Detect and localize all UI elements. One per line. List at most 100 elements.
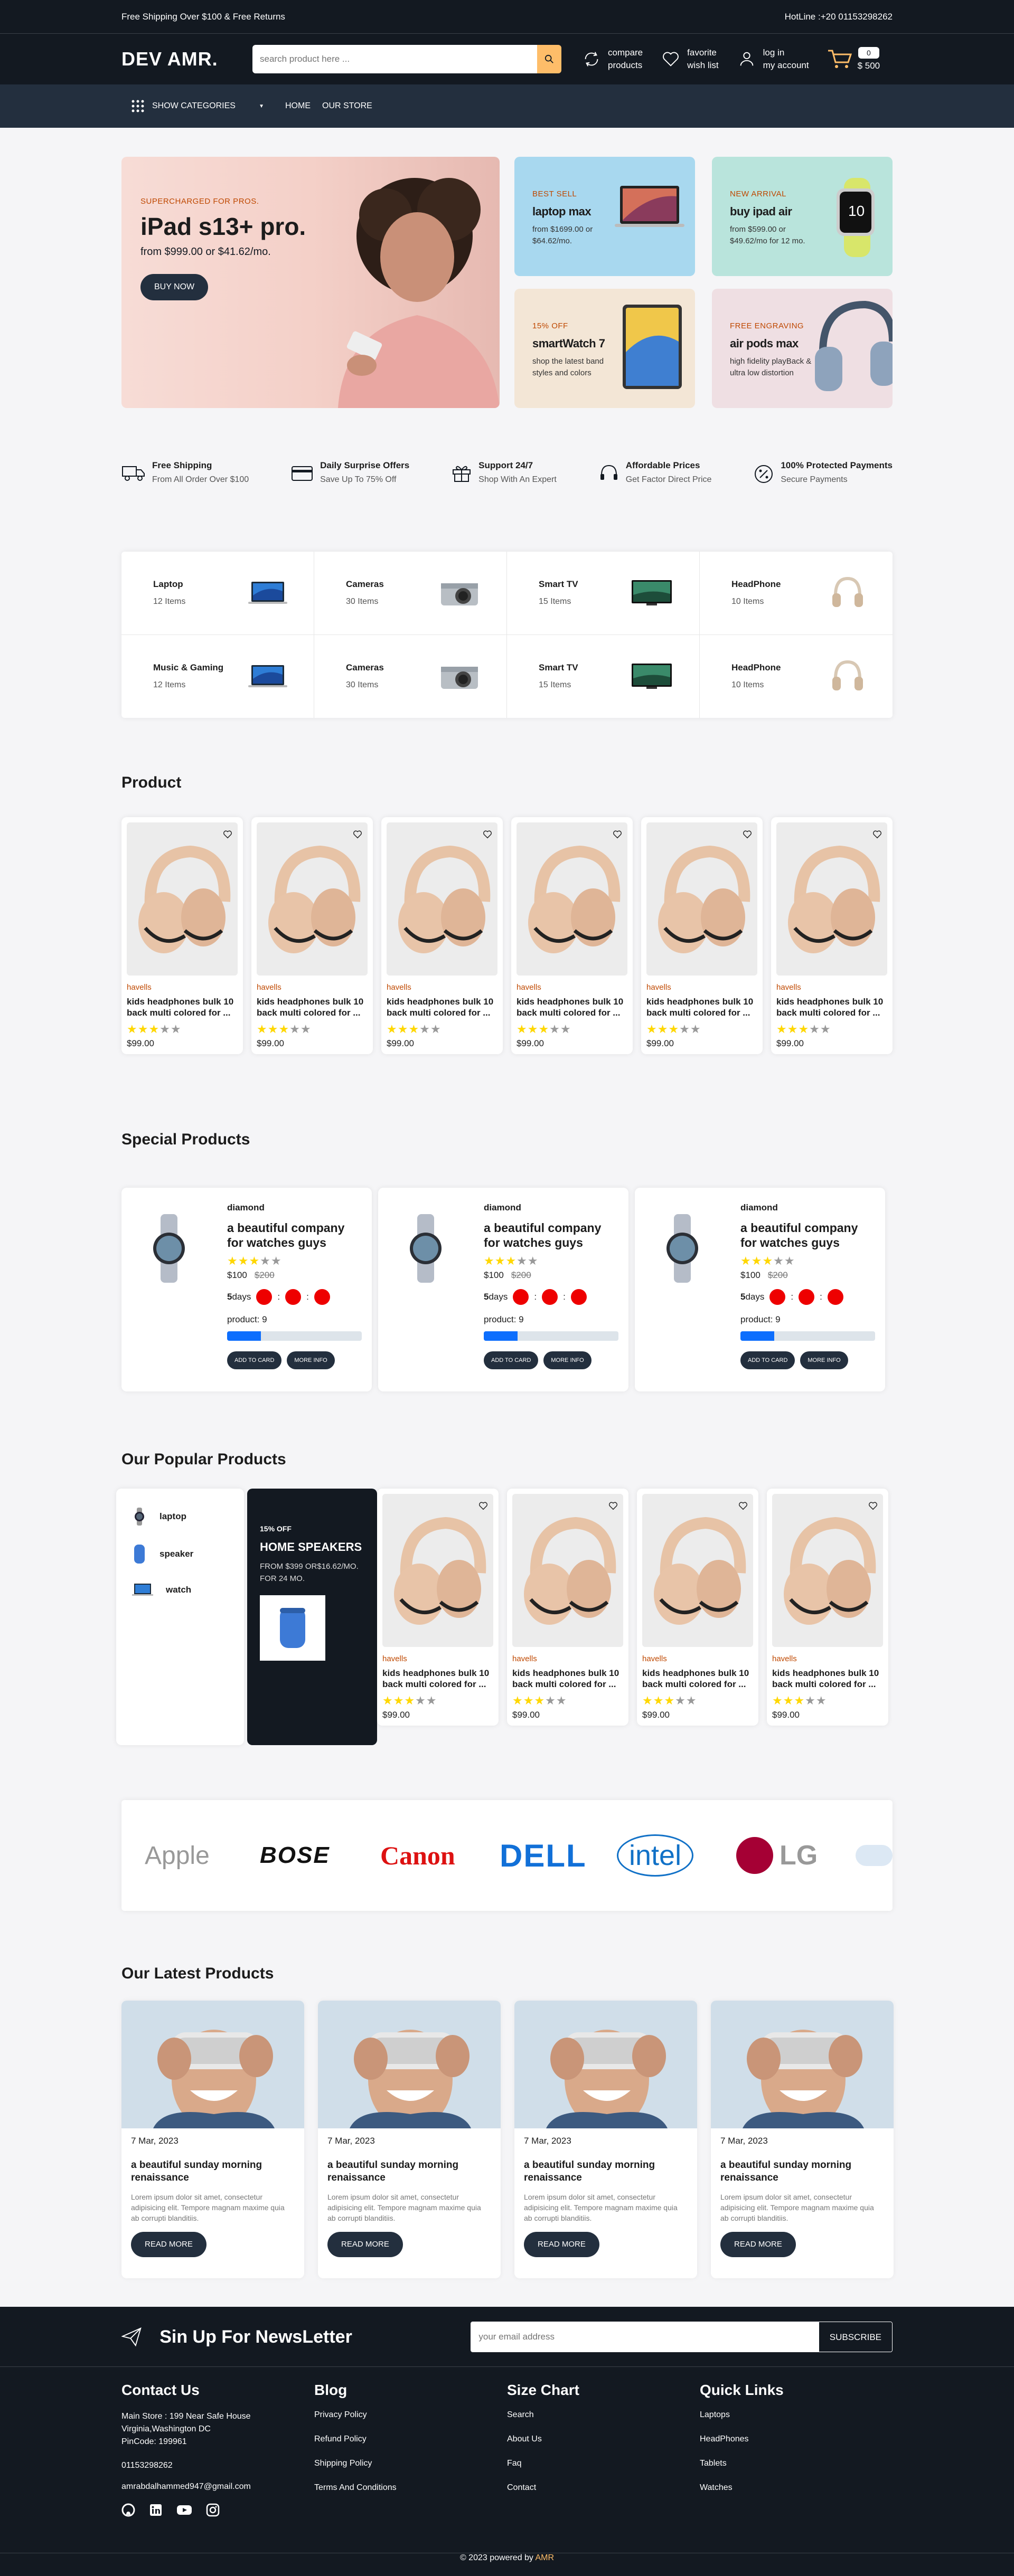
read-more-button[interactable]: READ MORE	[327, 2232, 403, 2257]
heart-icon[interactable]	[608, 1501, 618, 1511]
category-smart-tv[interactable]: Smart TV 15 Items	[507, 634, 700, 718]
more-info-button[interactable]: MORE INFO	[287, 1351, 335, 1369]
popular-item-speaker[interactable]: speaker	[132, 1543, 228, 1565]
product-card[interactable]: havells kids headphones bulk 10 back mult…	[507, 1489, 628, 1726]
hero-mini-banner-ipad[interactable]: 10 NEW ARRIVAL buy ipad air from $599.00 o…	[712, 157, 893, 276]
more-info-button[interactable]: MORE INFO	[543, 1351, 592, 1369]
brand-name: intel	[617, 1834, 694, 1877]
buy-now-button[interactable]: BUY NOW	[140, 274, 209, 300]
brand-logo-lg[interactable]: LG	[736, 1800, 818, 1911]
heart-icon[interactable]	[613, 830, 622, 839]
product-image	[387, 822, 497, 976]
category-smart-tv[interactable]: Smart TV 15 Items	[507, 552, 700, 635]
product-card[interactable]: havells kids headphones bulk 10 back mult…	[381, 817, 503, 1054]
search-input[interactable]	[252, 45, 537, 73]
heart-icon[interactable]	[738, 1501, 748, 1511]
read-more-button[interactable]: READ MORE	[524, 2232, 599, 2257]
read-more-button[interactable]: READ MORE	[720, 2232, 796, 2257]
hero-mini-banner-smartwatch[interactable]: 15% OFF smartWatch 7 shop the latest band …	[514, 289, 695, 408]
blog-card[interactable]: 7 Mar, 2023 a beautiful sunday morning re…	[318, 2001, 501, 2278]
wishlist-link[interactable]: favorite wish list	[661, 46, 719, 72]
category-headphone[interactable]: HeadPhone 10 Items	[700, 552, 893, 635]
login-link[interactable]: log in my account	[737, 46, 809, 72]
footer-link-search[interactable]: Search	[507, 2410, 700, 2420]
grid-icon	[132, 100, 144, 112]
footer-address-line: Main Store : 199 Near Safe House	[121, 2412, 251, 2421]
blog-card[interactable]: 7 Mar, 2023 a beautiful sunday morning re…	[711, 2001, 894, 2278]
heart-icon[interactable]	[743, 830, 752, 839]
heart-icon[interactable]	[483, 830, 492, 839]
heart-icon[interactable]	[872, 830, 882, 839]
instagram-icon[interactable]	[206, 2503, 220, 2517]
product-card[interactable]: havells kids headphones bulk 10 back mult…	[771, 817, 893, 1054]
footer-link-refund[interactable]: Refund Policy	[314, 2435, 507, 2444]
newsletter-email-input[interactable]	[471, 2322, 819, 2352]
timer-days-label: days	[232, 1292, 251, 1302]
footer-link-shipping[interactable]: Shipping Policy	[314, 2459, 507, 2468]
footer-link-watches[interactable]: Watches	[700, 2483, 893, 2493]
blog-card[interactable]: 7 Mar, 2023 a beautiful sunday morning re…	[514, 2001, 697, 2278]
github-icon[interactable]	[121, 2503, 135, 2517]
nav-our-store-link[interactable]: OUR STORE	[322, 101, 372, 111]
footer-link-tablets[interactable]: Tablets	[700, 2459, 893, 2468]
show-categories-dropdown[interactable]: SHOW CATEGORIES ▼	[121, 99, 280, 113]
heart-icon[interactable]	[478, 1501, 488, 1511]
special-product-card[interactable]: diamond a beautiful company for watches g…	[378, 1188, 628, 1391]
category-cameras[interactable]: Cameras 30 Items	[314, 552, 507, 635]
heart-icon[interactable]	[353, 830, 362, 839]
read-more-button[interactable]: READ MORE	[131, 2232, 206, 2257]
special-product-card[interactable]: diamond a beautiful company for watches g…	[121, 1188, 372, 1391]
copyright-author[interactable]: AMR	[536, 2553, 555, 2562]
product-card[interactable]: havells kids headphones bulk 10 back mult…	[641, 817, 763, 1054]
brand-logo-dell[interactable]: DELL	[500, 1800, 587, 1911]
popular-item-laptop[interactable]: laptop	[132, 1508, 228, 1526]
nav-home-link[interactable]: HOME	[285, 101, 311, 111]
category-laptop[interactable]: Laptop 12 Items	[121, 552, 314, 635]
footer-link-faq[interactable]: Faq	[507, 2459, 700, 2468]
compare-link[interactable]: compare products	[581, 46, 643, 72]
blog-card[interactable]: 7 Mar, 2023 a beautiful sunday morning re…	[121, 2001, 304, 2278]
category-cameras[interactable]: Cameras 30 Items	[314, 634, 507, 718]
product-card[interactable]: havells kids headphones bulk 10 back mult…	[121, 817, 243, 1054]
subscribe-button[interactable]: SUBSCRIBE	[819, 2322, 892, 2352]
footer-email[interactable]: amrabdalhammed947@gmail.com	[121, 2482, 314, 2492]
hotline-text[interactable]: HotLine :+20 01153298262	[785, 12, 893, 22]
search-button[interactable]	[537, 45, 561, 73]
product-card[interactable]: havells kids headphones bulk 10 back mult…	[767, 1489, 888, 1726]
footer-link-contact[interactable]: Contact	[507, 2483, 700, 2493]
product-card[interactable]: havells kids headphones bulk 10 back mult…	[377, 1489, 499, 1726]
footer-link-headphones[interactable]: HeadPhones	[700, 2435, 893, 2444]
add-to-cart-button[interactable]: ADD TO CARD	[227, 1351, 282, 1369]
youtube-icon[interactable]	[176, 2503, 192, 2517]
add-to-cart-button[interactable]: ADD TO CARD	[740, 1351, 795, 1369]
site-logo[interactable]: DEV AMR.	[121, 48, 252, 70]
hero-main-banner[interactable]: SUPERCHARGED FOR PROS. iPad s13+ pro. fr…	[121, 157, 500, 408]
footer-link-about[interactable]: About Us	[507, 2435, 700, 2444]
cart-link[interactable]: 0 $ 500	[827, 47, 880, 71]
add-to-cart-button[interactable]: ADD TO CARD	[484, 1351, 539, 1369]
footer-link-privacy[interactable]: Privacy Policy	[314, 2410, 507, 2420]
popular-item-watch[interactable]: watch	[132, 1583, 228, 1597]
product-brand: havells	[382, 1654, 407, 1663]
brand-logo-intel[interactable]: intel	[617, 1800, 694, 1911]
brand-logo-canon[interactable]: Canon	[380, 1800, 455, 1911]
footer-link-terms[interactable]: Terms And Conditions	[314, 2483, 507, 2493]
hero-mini-banner-laptop[interactable]: BEST SELL laptop max from $1699.00 or $64.…	[514, 157, 695, 276]
category-music-gaming[interactable]: Music & Gaming 12 Items	[121, 634, 314, 718]
footer-phone[interactable]: 01153298262	[121, 2461, 314, 2470]
brand-logo-bose[interactable]: BOSE	[260, 1800, 330, 1911]
hero-mini-banner-airpods[interactable]: FREE ENGRAVING air pods max high fidelity …	[712, 289, 893, 408]
more-info-button[interactable]: MORE INFO	[800, 1351, 848, 1369]
linkedin-icon[interactable]	[149, 2503, 163, 2517]
category-headphone[interactable]: HeadPhone 10 Items	[700, 635, 893, 718]
cart-count-badge: 0	[858, 47, 879, 59]
home-speakers-banner[interactable]: 15% OFF HOME SPEAKERS FROM $399 OR$16.62…	[247, 1489, 377, 1745]
brand-logo-apple[interactable]: Apple	[143, 1800, 210, 1911]
heart-icon[interactable]	[223, 830, 232, 839]
product-card[interactable]: havells kids headphones bulk 10 back mult…	[637, 1489, 758, 1726]
product-card[interactable]: havells kids headphones bulk 10 back mult…	[251, 817, 373, 1054]
footer-link-laptops[interactable]: Laptops	[700, 2410, 893, 2420]
product-card[interactable]: havells kids headphones bulk 10 back mult…	[511, 817, 633, 1054]
heart-icon[interactable]	[868, 1501, 878, 1511]
special-product-card[interactable]: diamond a beautiful company for watches g…	[635, 1188, 885, 1391]
